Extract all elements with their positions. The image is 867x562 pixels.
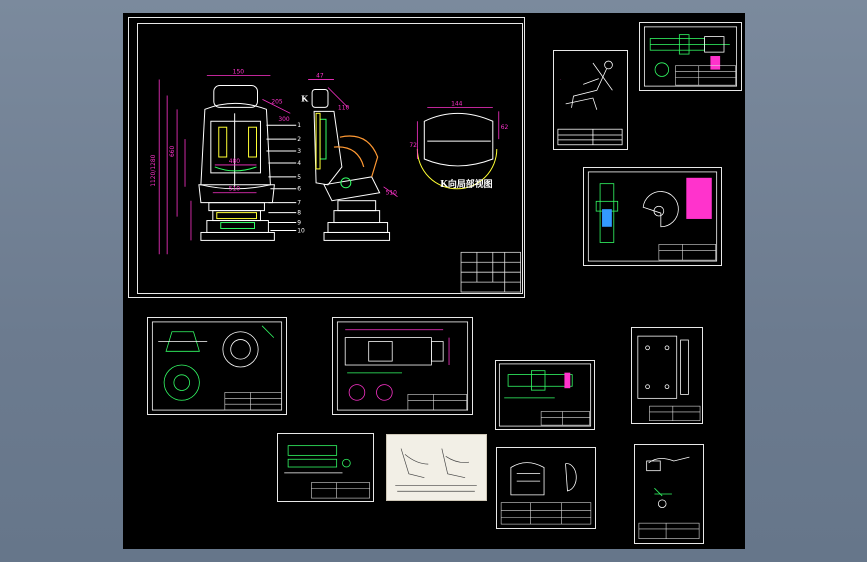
bracket-linework [336, 321, 469, 411]
svg-text:480: 480 [229, 158, 241, 165]
posture-sketch-drawing[interactable]: · [553, 50, 628, 150]
svg-text:510: 510 [229, 186, 241, 193]
svg-text:3: 3 [297, 148, 301, 155]
svg-text:4: 4 [297, 160, 301, 167]
svg-text:47: 47 [316, 73, 324, 80]
shaft-part-drawing[interactable] [639, 22, 742, 91]
svg-text:300: 300 [278, 116, 290, 123]
lever-part-drawing[interactable] [634, 444, 704, 544]
lever-linework [638, 456, 700, 539]
svg-text:144: 144 [451, 100, 463, 107]
plate-linework [637, 335, 701, 421]
svg-text:·: · [560, 77, 561, 82]
svg-text:9: 9 [297, 220, 301, 227]
svg-text:62: 62 [501, 124, 509, 131]
cam-linework [587, 171, 718, 262]
svg-text:K向局部视图: K向局部视图 [440, 178, 492, 190]
svg-text:1: 1 [297, 122, 301, 129]
ergonomic-linework [395, 448, 477, 492]
flange-part-drawing[interactable] [147, 317, 287, 415]
rail-linework [498, 363, 592, 427]
cushion-part-drawing[interactable] [496, 447, 596, 529]
rail-part-drawing[interactable] [495, 360, 595, 430]
rod-linework [284, 445, 370, 499]
shaft-linework [643, 26, 738, 87]
svg-text:110: 110 [338, 104, 350, 111]
svg-text:7: 7 [297, 200, 301, 207]
cam-part-drawing[interactable] [583, 167, 722, 266]
plate-part-drawing[interactable] [631, 327, 703, 424]
model-space-canvas[interactable]: 150 480 510 205 300 1120/1280 660 1 2 3 … [123, 13, 745, 549]
svg-text:K: K [301, 94, 309, 103]
svg-text:1120/1280: 1120/1280 [150, 154, 157, 186]
cad-viewport-background: 150 480 510 205 300 1120/1280 660 1 2 3 … [0, 0, 867, 562]
rod-part-drawing[interactable] [277, 433, 374, 502]
svg-text:2: 2 [297, 136, 301, 143]
svg-text:150: 150 [233, 69, 245, 76]
svg-text:8: 8 [297, 210, 301, 217]
svg-text:510: 510 [386, 190, 398, 197]
svg-text:5: 5 [297, 174, 301, 181]
cushion-linework [500, 462, 592, 525]
ergonomic-sketch-sheet[interactable] [386, 434, 487, 501]
svg-text:205: 205 [271, 98, 283, 105]
assembly-linework: 150 480 510 205 300 1120/1280 660 1 2 3 … [150, 69, 522, 293]
posture-linework: · [557, 60, 623, 146]
svg-text:6: 6 [297, 186, 301, 193]
svg-text:10: 10 [297, 227, 305, 234]
bracket-part-drawing[interactable] [332, 317, 473, 415]
svg-text:72: 72 [409, 142, 417, 149]
main-assembly-drawing[interactable]: 150 480 510 205 300 1120/1280 660 1 2 3 … [128, 17, 525, 298]
flange-linework [151, 321, 283, 411]
svg-text:660: 660 [169, 145, 176, 157]
